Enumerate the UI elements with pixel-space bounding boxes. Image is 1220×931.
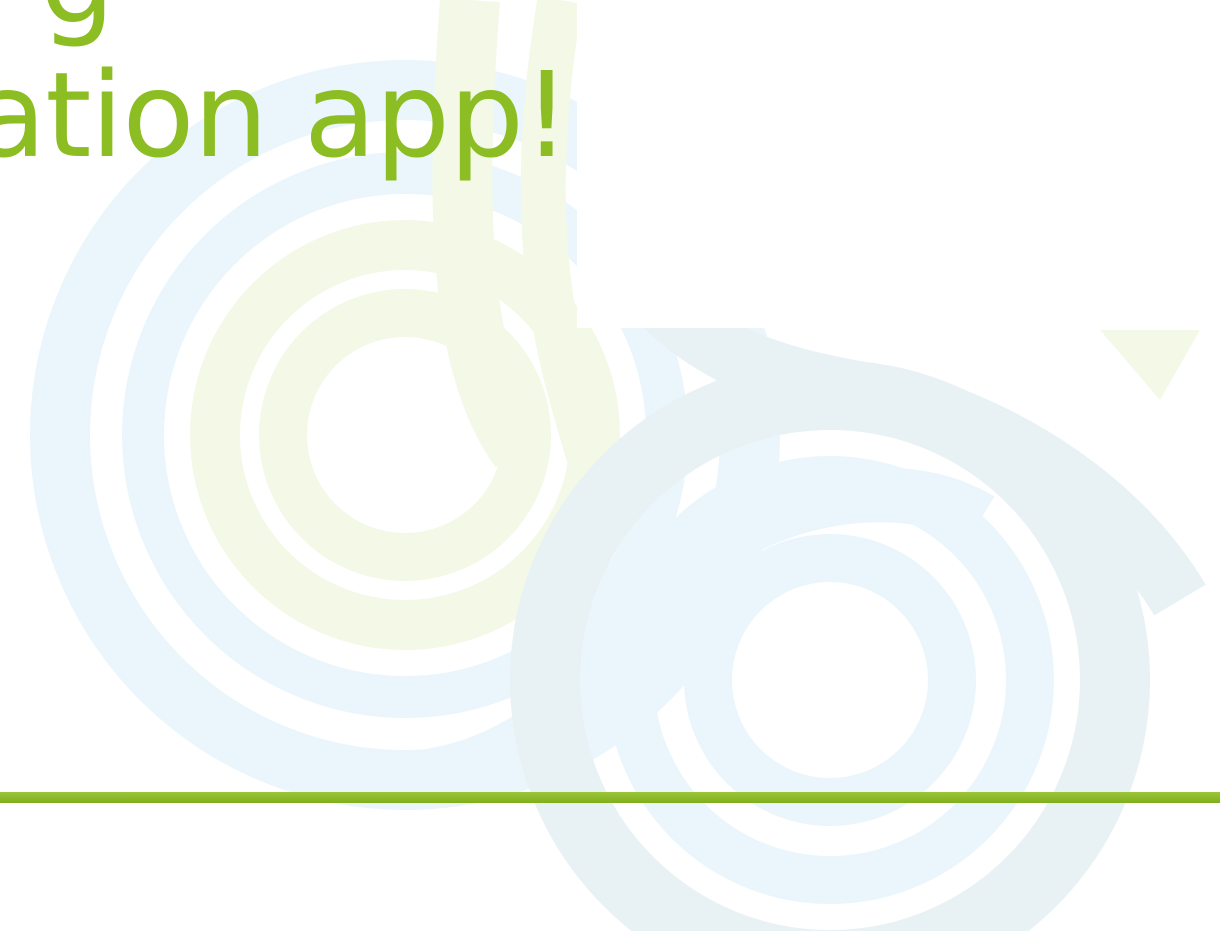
headline-top-line: g: [40, 0, 115, 40]
headline: ation app!: [0, 46, 570, 184]
slide: g ation app!: [0, 0, 1220, 931]
white-overlay-panel: [577, 0, 1220, 328]
green-divider-line: [0, 792, 1220, 803]
